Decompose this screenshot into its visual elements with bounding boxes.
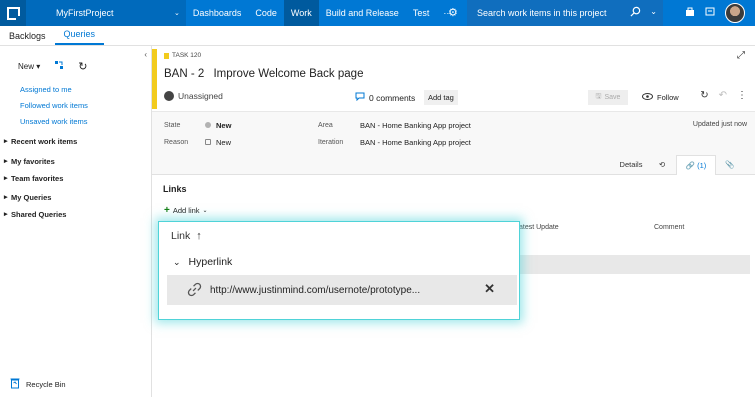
work-item-type: TASK 120 — [164, 52, 201, 59]
links-section-title: Links — [163, 184, 187, 194]
fields-panel: State New Reason New Area BAN - Home Ban… — [152, 111, 755, 155]
link-icon — [187, 282, 202, 299]
state-field[interactable]: New — [205, 121, 231, 130]
sidebar-group-my-queries[interactable]: My Queries — [0, 189, 151, 206]
work-item-id: BAN - 2 — [164, 68, 205, 80]
hub-tabs: Backlogs Queries — [0, 26, 755, 46]
refresh-icon[interactable]: ↻ — [78, 60, 87, 73]
chevron-down-icon: ⌄ — [173, 256, 181, 267]
help-icon[interactable] — [705, 7, 715, 19]
avatar[interactable] — [725, 3, 745, 23]
new-query-button[interactable]: New ▾ — [18, 62, 40, 71]
save-icon: 🖫 — [595, 93, 602, 100]
project-name: MyFirstProject — [56, 8, 114, 18]
assigned-to-field[interactable]: Unassigned — [164, 91, 223, 101]
recycle-bin-link[interactable]: Recycle Bin — [10, 377, 66, 391]
attachment-icon[interactable]: 📎 — [718, 155, 742, 175]
state-label: State — [164, 122, 181, 129]
lock-icon — [205, 139, 211, 145]
queries-sidebar: ‹ New ▾ ↻ Assigned to me Followed work i… — [0, 46, 152, 397]
follow-button[interactable]: Follow — [642, 93, 679, 102]
chevron-down-icon: ⌄ — [202, 208, 208, 214]
recycle-bin-icon — [10, 377, 20, 391]
hyperlink-url[interactable]: http://www.justinmind.com/usernote/proto… — [210, 285, 420, 296]
vsts-logo-icon[interactable] — [0, 0, 26, 26]
iteration-label: Iteration — [318, 139, 344, 146]
form-tabs: Details ⟲ 🔗 (1) 📎 — [152, 155, 755, 175]
area-field[interactable]: BAN - Home Banking App project — [360, 121, 471, 130]
tab-queries[interactable]: Queries — [54, 29, 105, 45]
nav-dashboards[interactable]: Dashboards — [186, 0, 249, 26]
work-item-title-text: Improve Welcome Back page — [213, 68, 364, 80]
more-actions-icon[interactable]: ⋮ — [737, 90, 747, 101]
comment-icon — [355, 92, 365, 103]
top-bar: MyFirstProject ⌄ Dashboards Code Work Bu… — [0, 0, 755, 26]
sidebar-item-unsaved[interactable]: Unsaved work items — [0, 114, 151, 130]
plus-icon: + — [164, 205, 170, 216]
comments-link[interactable]: 0 comments — [355, 92, 415, 103]
work-item-title[interactable]: BAN - 2 Improve Welcome Back page — [164, 68, 363, 80]
add-tag-button[interactable]: Add tag — [424, 90, 458, 105]
hyperlink-row[interactable]: http://www.justinmind.com/usernote/proto… — [167, 275, 517, 305]
nav-work[interactable]: Work — [283, 0, 319, 26]
nav-test[interactable]: Test — [406, 0, 437, 26]
tab-links[interactable]: 🔗 (1) — [676, 155, 716, 175]
add-link-button[interactable]: + Add link ⌄ — [164, 205, 208, 216]
nav-build-release[interactable]: Build and Release — [319, 0, 406, 26]
recycle-bin-label: Recycle Bin — [26, 379, 66, 389]
marketplace-icon[interactable] — [685, 7, 695, 19]
reason-field[interactable]: New — [205, 138, 231, 147]
selected-link-row-background — [517, 255, 750, 274]
sidebar-group-my-favorites[interactable]: My favorites — [0, 153, 151, 170]
hyperlink-group-header[interactable]: ⌄ Hyperlink — [173, 256, 232, 268]
column-options-icon[interactable] — [54, 60, 64, 72]
close-icon[interactable]: ✕ — [484, 281, 495, 297]
column-latest-update[interactable]: atest Update — [519, 224, 559, 231]
refresh-icon[interactable]: ↻ — [700, 90, 708, 101]
state-dot-icon — [205, 122, 211, 128]
search-placeholder: Search work items in this project — [477, 8, 607, 18]
work-item-type-bar — [152, 49, 157, 109]
link-column-header[interactable]: Link ↑ — [171, 230, 202, 242]
user-icon — [164, 91, 174, 101]
project-switcher[interactable]: MyFirstProject ⌄ — [26, 0, 186, 26]
collapse-sidebar-icon[interactable]: ‹ — [144, 50, 147, 59]
sidebar-item-assigned-to-me[interactable]: Assigned to me — [0, 82, 151, 98]
tab-backlogs[interactable]: Backlogs — [0, 31, 55, 45]
column-comment[interactable]: Comment — [654, 224, 684, 231]
updated-status: Updated just now — [692, 121, 747, 128]
search-input[interactable]: Search work items in this project ⌄ — [467, 0, 663, 26]
search-icon[interactable] — [630, 6, 641, 19]
chevron-down-icon[interactable]: ⌄ — [650, 7, 657, 16]
tab-details[interactable]: Details — [614, 155, 648, 175]
chevron-down-icon: ⌄ — [174, 10, 180, 17]
nav-code[interactable]: Code — [248, 0, 284, 26]
sidebar-group-shared-queries[interactable]: Shared Queries — [0, 206, 151, 223]
sidebar-group-recent[interactable]: Recent work items — [0, 133, 151, 150]
arrow-up-icon: ↑ — [196, 230, 202, 242]
links-zoom-callout: Link ↑ ⌄ Hyperlink http://www.justinmind… — [158, 221, 520, 320]
sidebar-item-followed[interactable]: Followed work items — [0, 98, 151, 114]
gear-icon[interactable]: ⚙ — [448, 6, 458, 19]
undo-icon[interactable]: ↶ — [719, 90, 727, 101]
expand-icon[interactable]: ⤢ — [737, 50, 745, 61]
reason-label: Reason — [164, 139, 189, 146]
history-icon[interactable]: ⟲ — [650, 155, 674, 175]
area-label: Area — [318, 122, 333, 129]
save-button[interactable]: 🖫 Save — [588, 90, 628, 105]
iteration-field[interactable]: BAN - Home Banking App project — [360, 138, 471, 147]
eye-icon — [642, 93, 653, 102]
task-icon — [164, 52, 169, 59]
sidebar-group-team-favorites[interactable]: Team favorites — [0, 170, 151, 187]
